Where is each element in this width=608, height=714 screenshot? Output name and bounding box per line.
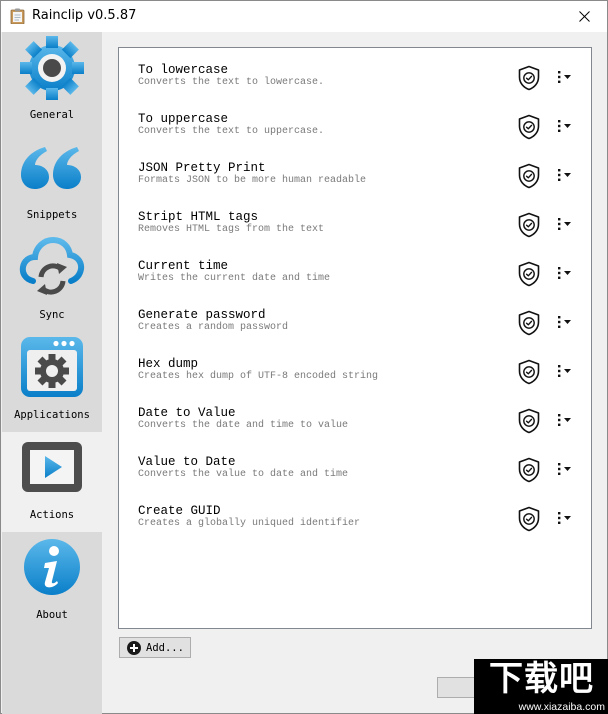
shield-check-icon[interactable]	[517, 114, 541, 140]
action-description: Converts the date and time to value	[138, 420, 349, 431]
action-title: Hex dump	[138, 357, 199, 371]
action-title: Create GUID	[138, 504, 221, 518]
sidebar-item-label: Sync	[39, 309, 65, 321]
action-title: Current time	[138, 259, 229, 273]
title-bar: Rainclip v0.5.87	[1, 1, 607, 32]
action-row[interactable]: Create GUID Creates a globally uniqued i…	[119, 493, 591, 542]
action-title: Value to Date	[138, 455, 236, 469]
shield-check-icon[interactable]	[517, 212, 541, 238]
sidebar-item-about[interactable]: About	[2, 532, 102, 632]
more-dropdown-icon[interactable]	[556, 413, 576, 427]
more-dropdown-icon[interactable]	[556, 315, 576, 329]
action-row[interactable]: Value to Date Converts the value to date…	[119, 444, 591, 493]
info-icon	[24, 539, 80, 595]
action-title: Stript HTML tags	[138, 210, 259, 224]
action-row[interactable]: Date to Value Converts the date and time…	[119, 395, 591, 444]
quote-icon	[21, 147, 81, 189]
more-dropdown-icon[interactable]	[556, 266, 576, 280]
action-title: To uppercase	[138, 112, 229, 126]
action-row[interactable]: Hex dump Creates hex dump of UTF-8 encod…	[119, 346, 591, 395]
watermark-url: www.xiazaiba.com	[518, 701, 605, 713]
action-title: Generate password	[138, 308, 266, 322]
action-description: Creates a random password	[138, 322, 289, 333]
action-description: Creates a globally uniqued identifier	[138, 518, 361, 529]
more-dropdown-icon[interactable]	[556, 364, 576, 378]
shield-check-icon[interactable]	[517, 261, 541, 287]
gear-icon	[20, 36, 84, 100]
plus-circle-icon	[127, 640, 141, 655]
app-window: Rainclip v0.5.87 General Snippets Sync A…	[0, 0, 608, 714]
action-description: Removes HTML tags from the text	[138, 224, 325, 235]
action-description: Creates hex dump of UTF-8 encoded string	[138, 371, 379, 382]
action-row[interactable]: JSON Pretty Print Formats JSON to be mor…	[119, 150, 591, 199]
sidebar-item-label: Snippets	[26, 209, 78, 221]
shield-check-icon[interactable]	[517, 408, 541, 434]
action-description: Converts the text to lowercase.	[138, 77, 325, 88]
sidebar: General Snippets Sync Applications Actio…	[2, 32, 102, 714]
sidebar-item-label: About	[36, 609, 68, 621]
more-dropdown-icon[interactable]	[556, 217, 576, 231]
watermark: 下载吧 www.xiazaiba.com	[474, 659, 608, 714]
action-description: Converts the value to date and time	[138, 469, 349, 480]
sidebar-item-actions[interactable]: Actions	[2, 432, 102, 532]
more-dropdown-icon[interactable]	[556, 511, 576, 525]
shield-check-icon[interactable]	[517, 457, 541, 483]
sidebar-item-applications[interactable]: Applications	[2, 332, 102, 432]
close-icon	[578, 11, 590, 22]
shield-check-icon[interactable]	[517, 163, 541, 189]
watermark-text: 下载吧	[489, 659, 594, 699]
action-description: Writes the current date and time	[138, 273, 331, 284]
cloud-sync-icon	[19, 236, 85, 295]
shield-check-icon[interactable]	[517, 506, 541, 532]
actions-list[interactable]: To lowercase Converts the text to lowerc…	[118, 47, 592, 629]
shield-check-icon[interactable]	[517, 310, 541, 336]
more-dropdown-icon[interactable]	[556, 168, 576, 182]
action-title: Date to Value	[138, 406, 236, 420]
action-description: Formats JSON to be more human readable	[138, 175, 367, 186]
play-icon	[22, 442, 82, 492]
sidebar-item-label: Actions	[29, 509, 75, 521]
sidebar-item-label: Applications	[14, 409, 90, 421]
action-row[interactable]: To lowercase Converts the text to lowerc…	[119, 52, 591, 101]
sidebar-item-general[interactable]: General	[2, 32, 102, 132]
action-row[interactable]: Generate password Creates a random passw…	[119, 297, 591, 346]
clipboard-icon	[10, 8, 25, 24]
action-title: To lowercase	[138, 63, 229, 77]
shield-check-icon[interactable]	[517, 359, 541, 385]
action-row[interactable]: Current time Writes the current date and…	[119, 248, 591, 297]
action-row[interactable]: Stript HTML tags Removes HTML tags from …	[119, 199, 591, 248]
sidebar-item-snippets[interactable]: Snippets	[2, 132, 102, 232]
shield-check-icon[interactable]	[517, 65, 541, 91]
close-button[interactable]	[561, 1, 607, 32]
app-settings-icon	[21, 337, 83, 397]
action-row[interactable]: To uppercase Converts the text to upperc…	[119, 101, 591, 150]
action-title: JSON Pretty Print	[138, 161, 266, 175]
sidebar-item-label: General	[29, 109, 75, 121]
action-description: Converts the text to uppercase.	[138, 126, 325, 137]
sidebar-item-sync[interactable]: Sync	[2, 232, 102, 332]
add-button[interactable]: Add...	[119, 637, 191, 658]
add-button-label: Add...	[146, 641, 184, 654]
window-title: Rainclip v0.5.87	[32, 8, 137, 23]
more-dropdown-icon[interactable]	[556, 462, 576, 476]
more-dropdown-icon[interactable]	[556, 119, 576, 133]
more-dropdown-icon[interactable]	[556, 70, 576, 84]
